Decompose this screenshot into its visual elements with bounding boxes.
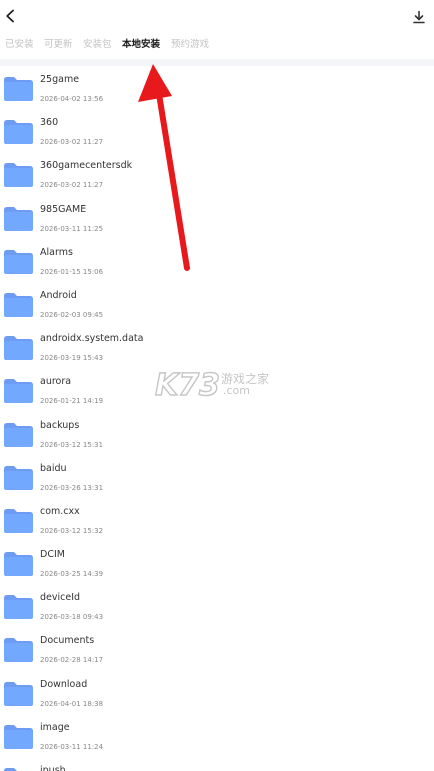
folder-date: 2026-01-15 15:06: [40, 267, 104, 276]
folder-name: DCIM: [40, 549, 65, 561]
top-bar: [0, 0, 434, 32]
tab-reserved-games[interactable]: 预约游戏: [171, 34, 209, 56]
folder-name: backups: [40, 419, 80, 431]
file-list-item[interactable]: 25game 2026-04-02 13:56: [0, 66, 434, 109]
local-install-page: 已安装 可更新 安装包 本地安装 预约游戏 25game 2026-04-02 1…: [0, 0, 434, 771]
folder-name: deviceId: [40, 592, 81, 604]
folder-name: 360: [40, 117, 59, 129]
file-list-item[interactable]: deviceId 2026-03-18 09:43: [0, 584, 434, 627]
folder-date: 2026-03-26 13:31: [40, 483, 104, 492]
folder-date: 2026-03-02 11:27: [40, 138, 104, 147]
file-list-item[interactable]: Documents 2026-02-28 14:17: [0, 627, 434, 670]
folder-name: baidu: [40, 462, 67, 474]
watermark-domain: .com: [223, 384, 250, 397]
folder-icon: [3, 766, 34, 771]
file-list-item[interactable]: backups 2026-03-12 15:31: [0, 412, 434, 455]
tab-bar: 已安装 可更新 安装包 本地安装 预约游戏: [0, 34, 434, 56]
file-list-item[interactable]: Android 2026-02-03 09:45: [0, 282, 434, 325]
folder-date: 2026-03-02 11:27: [40, 181, 104, 190]
folder-date: 2026-01-21 14:19: [40, 397, 104, 406]
folder-icon: [3, 75, 34, 102]
folder-date: 2026-02-03 09:45: [40, 310, 104, 319]
folder-name: jpush: [40, 765, 66, 771]
folder-icon: [3, 550, 34, 577]
folder-icon: [3, 421, 34, 448]
folder-icon: [3, 205, 34, 232]
file-list-item[interactable]: Alarms 2026-01-15 15:06: [0, 239, 434, 282]
folder-name: 25game: [40, 74, 80, 85]
file-list-item[interactable]: 360 2026-03-02 11:27: [0, 109, 434, 152]
file-list-item[interactable]: jpush: [0, 757, 434, 771]
folder-icon: [3, 593, 34, 620]
file-list-item[interactable]: baidu 2026-03-26 13:31: [0, 455, 434, 498]
tab-updatable[interactable]: 可更新: [44, 34, 73, 56]
folder-icon: [3, 507, 34, 534]
folder-icon: [3, 377, 34, 404]
file-list-item[interactable]: 985GAME 2026-03-11 11:25: [0, 196, 434, 239]
folder-name: Download: [40, 678, 88, 690]
folder-icon: [3, 248, 34, 275]
folder-icon: [3, 723, 34, 750]
folder-name: Alarms: [40, 246, 73, 258]
folder-date: 2026-02-28 14:17: [40, 656, 104, 665]
file-list-item[interactable]: image 2026-03-11 11:24: [0, 714, 434, 757]
folder-date: 2026-04-01 18:38: [40, 699, 104, 708]
folder-date: 2026-03-11 11:25: [40, 224, 104, 233]
file-list-item[interactable]: com.cxx 2026-03-12 15:32: [0, 498, 434, 541]
file-list-item[interactable]: androidx.system.data 2026-03-19 15:43: [0, 325, 434, 368]
tab-installed[interactable]: 已安装: [5, 34, 34, 56]
section-divider: [0, 59, 434, 66]
back-button[interactable]: [0, 6, 20, 26]
folder-date: 2026-03-19 15:43: [40, 354, 104, 363]
k73-logo-icon: K73: [154, 367, 220, 403]
tab-packages[interactable]: 安装包: [83, 34, 112, 56]
folder-date: 2026-03-12 15:31: [40, 440, 104, 449]
folder-name: Documents: [40, 635, 95, 647]
folder-icon: [3, 118, 34, 145]
folder-date: 2026-04-02 13:56: [40, 95, 104, 103]
watermark: K73 游戏之家 .com: [154, 366, 280, 403]
file-list-item[interactable]: Download 2026-04-01 18:38: [0, 671, 434, 714]
folder-name: image: [40, 721, 70, 733]
file-list: 25game 2026-04-02 13:56 360 2026-03-02 11:2…: [0, 66, 434, 771]
folder-date: 2026-03-25 14:39: [40, 570, 104, 579]
folder-date: 2026-03-11 11:24: [40, 742, 104, 751]
folder-icon: [3, 464, 34, 491]
folder-name: aurora: [40, 376, 72, 388]
folder-icon: [3, 161, 34, 188]
folder-name: 985GAME: [40, 203, 87, 215]
folder-icon: [3, 636, 34, 663]
folder-name: 360gamecentersdk: [40, 160, 133, 172]
folder-icon: [3, 291, 34, 318]
tab-local-install[interactable]: 本地安装: [122, 34, 160, 56]
download-button[interactable]: [408, 6, 430, 28]
download-icon: [413, 10, 425, 24]
folder-name: com.cxx: [40, 505, 80, 517]
svg-text:K73: K73: [155, 368, 220, 402]
folder-name: androidx.system.data: [40, 333, 144, 345]
back-chevron-icon: [6, 9, 14, 23]
folder-icon: [3, 680, 34, 707]
folder-date: 2026-03-12 15:32: [40, 526, 104, 535]
folder-icon: [3, 334, 34, 361]
file-list-item[interactable]: 360gamecentersdk 2026-03-02 11:27: [0, 152, 434, 195]
folder-name: Android: [40, 289, 77, 301]
folder-date: 2026-03-18 09:43: [40, 613, 104, 622]
file-list-item[interactable]: DCIM 2026-03-25 14:39: [0, 541, 434, 584]
